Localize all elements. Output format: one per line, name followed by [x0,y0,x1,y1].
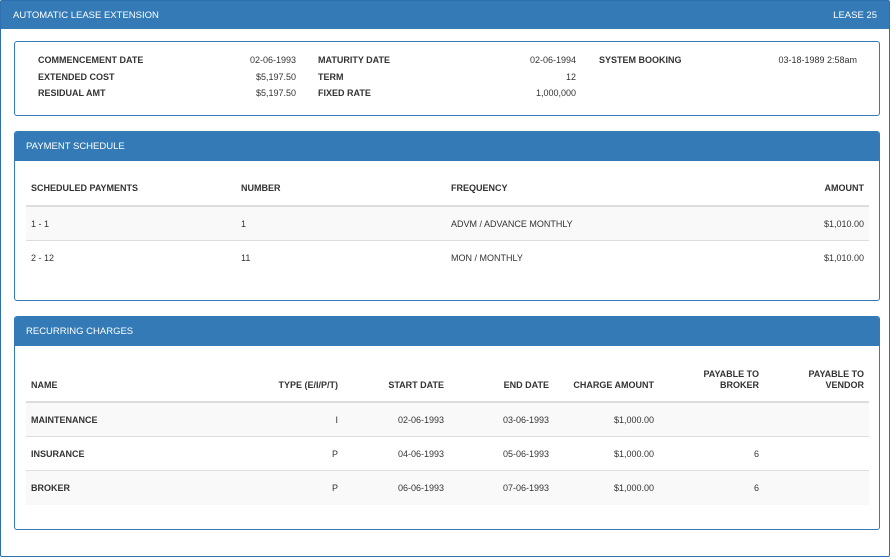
window-title: AUTOMATIC LEASE EXTENSION [13,9,159,21]
commencement-date-label: COMMENCEMENT DATE [38,55,144,65]
col-charge-amount: CHARGE AMOUNT [573,380,654,390]
table-row: MAINTENANCE I 02-06-1993 03-06-1993 $1,0… [26,403,869,437]
cell-charge-amount: $1,000.00 [613,483,654,493]
cell-type: P [331,449,338,459]
extended-cost-label: EXTENDED COST [38,72,115,82]
payment-schedule-panel: PAYMENT SCHEDULE SCHEDULED PAYMENTS NUMB… [14,131,880,301]
recurring-charges-title: RECURRING CHARGES [15,317,879,346]
term-value: 12 [565,72,576,82]
cell-start-date: 04-06-1993 [397,449,444,459]
cell-start-date: 02-06-1993 [397,415,444,425]
cell-start-date: 06-06-1993 [397,483,444,493]
payment-schedule-title: PAYMENT SCHEDULE [15,132,879,161]
payment-schedule-table: SCHEDULED PAYMENTS NUMBER FREQUENCY AMOU… [26,176,869,275]
fixed-rate-value: 1,000,000 [535,88,576,98]
table-row: 2 - 12 11 MON / MONTHLY $1,010.00 [26,241,869,275]
col-end-date: END DATE [503,380,549,390]
col-name: NAME [31,380,58,390]
cell-amount: $1,010.00 [823,253,864,263]
lease-extension-window: AUTOMATIC LEASE EXTENSION LEASE 25 COMME… [0,0,890,557]
commencement-date-value: 02-06-1993 [249,55,296,65]
col-number: NUMBER [241,183,281,193]
residual-amt-label: RESIDUAL AMT [38,88,106,98]
cell-type: I [335,415,338,425]
cell-number: 1 [241,219,247,229]
recurring-charges-table: NAME TYPE (E/I/P/T) START DATE END DATE … [26,364,869,505]
cell-type: P [331,483,338,493]
term-label: TERM [318,72,344,82]
lease-details-panel: COMMENCEMENT DATE 02-06-1993 EXTENDED CO… [14,41,880,116]
system-booking-value: 03-18-1989 2:58am [778,55,857,65]
cell-charge-amount: $1,000.00 [613,449,654,459]
cell-end-date: 03-06-1993 [502,415,549,425]
recurring-charges-panel: RECURRING CHARGES NAME TYPE (E/I/P/T) ST… [14,316,880,530]
cell-payable-broker: 6 [753,483,759,493]
col-type: TYPE (E/I/P/T) [278,380,338,390]
cell-number: 11 [241,253,251,263]
cell-name: INSURANCE [31,449,85,459]
table-row: INSURANCE P 04-06-1993 05-06-1993 $1,000… [26,437,869,471]
maturity-date-label: MATURITY DATE [318,55,390,65]
cell-scheduled-payments: 1 - 1 [31,219,50,229]
col-payable-broker-line2: BROKER [719,380,759,390]
cell-scheduled-payments: 2 - 12 [31,253,55,263]
cell-amount: $1,010.00 [823,219,864,229]
cell-frequency: MON / MONTHLY [451,253,523,263]
col-payable-broker-line1: PAYABLE TO [703,369,759,379]
table-header: SCHEDULED PAYMENTS NUMBER FREQUENCY AMOU… [26,176,869,207]
residual-amt-value: $5,197.50 [255,88,296,98]
fixed-rate-label: FIXED RATE [318,88,371,98]
cell-payable-broker: 6 [753,449,759,459]
window-header: AUTOMATIC LEASE EXTENSION LEASE 25 [1,1,889,29]
col-payable-vendor-line2: VENDOR [825,380,864,390]
col-payable-vendor-line1: PAYABLE TO [808,369,864,379]
col-start-date: START DATE [388,380,444,390]
cell-frequency: ADVM / ADVANCE MONTHLY [451,219,573,229]
maturity-date-value: 02-06-1994 [529,55,576,65]
cell-name: BROKER [31,483,71,493]
system-booking-label: SYSTEM BOOKING [599,55,682,65]
col-frequency: FREQUENCY [451,183,508,193]
cell-name: MAINTENANCE [31,415,98,425]
col-amount: AMOUNT [824,183,865,193]
cell-charge-amount: $1,000.00 [613,415,654,425]
lease-number: LEASE 25 [833,9,877,21]
col-scheduled-payments: SCHEDULED PAYMENTS [31,183,139,193]
cell-end-date: 05-06-1993 [502,449,549,459]
cell-end-date: 07-06-1993 [502,483,549,493]
table-row: BROKER P 06-06-1993 07-06-1993 $1,000.00… [26,471,869,505]
table-header: NAME TYPE (E/I/P/T) START DATE END DATE … [26,364,869,403]
table-row: 1 - 1 1 ADVM / ADVANCE MONTHLY $1,010.00 [26,207,869,241]
extended-cost-value: $5,197.50 [255,72,296,82]
